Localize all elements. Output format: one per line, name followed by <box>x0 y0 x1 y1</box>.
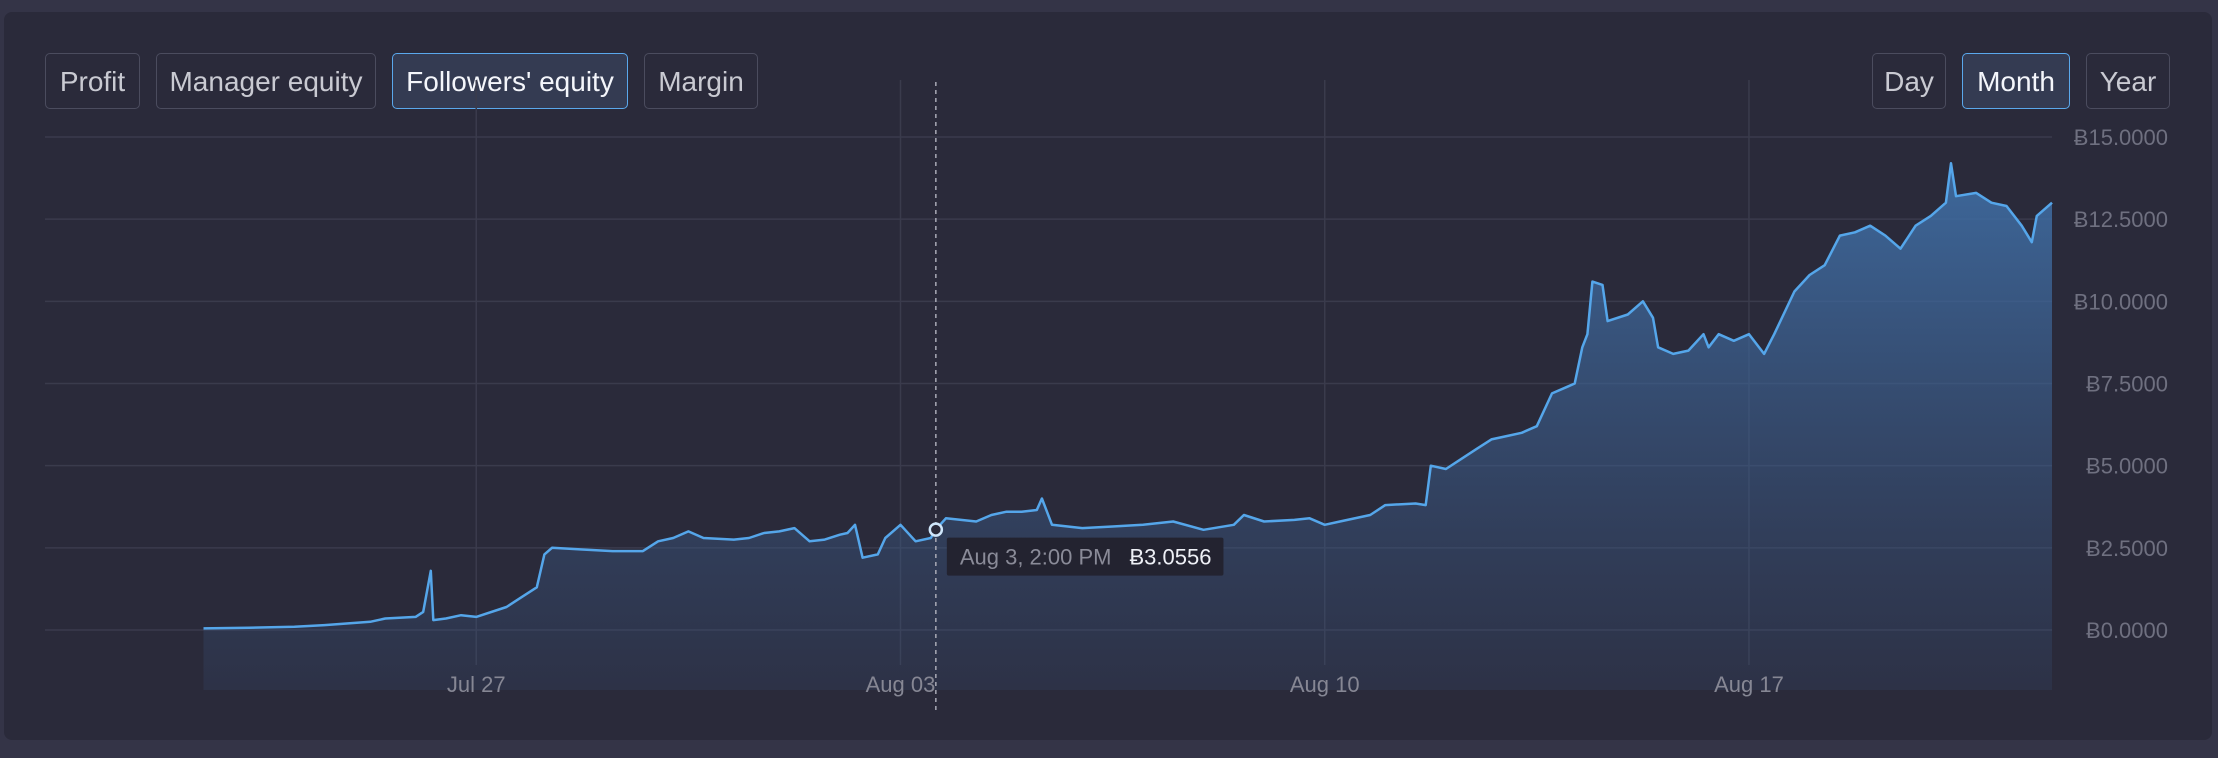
y-tick-label: Ƀ12.5000 <box>2074 207 2168 232</box>
equity-chart[interactable]: Ƀ15.0000 Ƀ12.5000 Ƀ10.0000 Ƀ7.5000 Ƀ5.0000 Ƀ2… <box>0 0 2218 758</box>
y-tick-label: Ƀ2.5000 <box>2086 536 2168 561</box>
x-tick-label: Aug 03 <box>866 672 936 697</box>
tooltip-date: Aug 3, 2:00 PM <box>960 545 1112 570</box>
x-tick-label: Aug 10 <box>1290 672 1360 697</box>
hover-point <box>928 522 944 537</box>
x-tick-label: Aug 17 <box>1714 672 1784 697</box>
y-tick-label: Ƀ15.0000 <box>2074 125 2168 150</box>
y-tick-label: Ƀ7.5000 <box>2086 372 2168 397</box>
y-tick-label: Ƀ10.0000 <box>2074 289 2168 314</box>
x-tick-label: Jul 27 <box>447 672 506 697</box>
equity-area <box>203 163 2052 691</box>
y-tick-label: Ƀ0.0000 <box>2086 618 2168 643</box>
tooltip: Aug 3, 2:00 PM Ƀ3.0556 <box>946 537 1224 576</box>
y-tick-label: Ƀ5.0000 <box>2086 454 2168 479</box>
tooltip-value: Ƀ3.0556 <box>1129 545 1211 570</box>
